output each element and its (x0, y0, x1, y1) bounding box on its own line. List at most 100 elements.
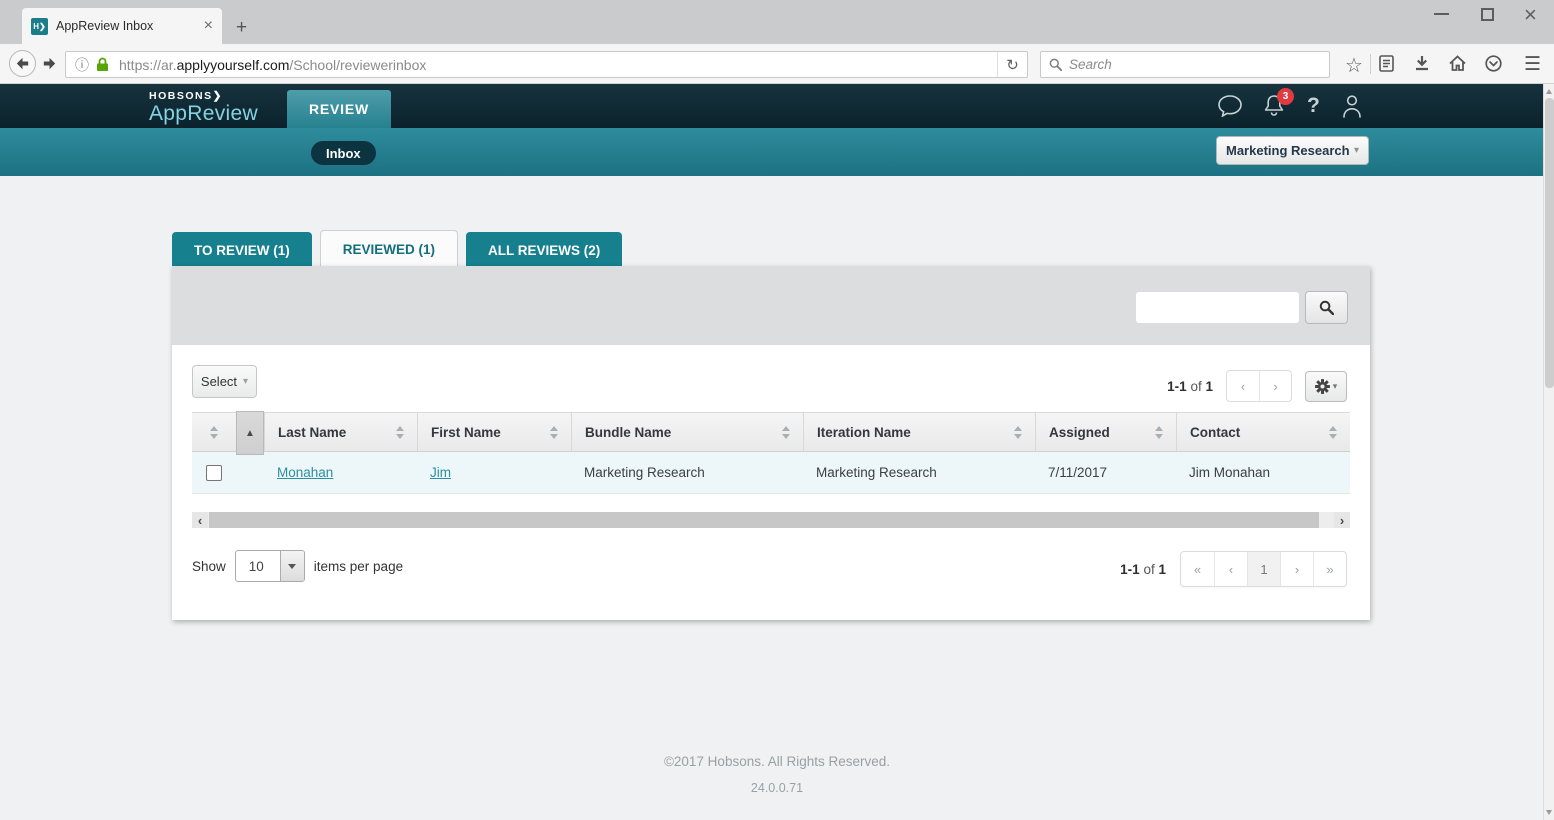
grid-horizontal-scrollbar[interactable]: ‹ › (192, 512, 1350, 528)
result-range-text: 1-1 of 1 (1167, 379, 1213, 394)
url-text: https://ar.applyyourself.com/School/revi… (119, 57, 426, 73)
scroll-right-icon[interactable]: › (1334, 512, 1350, 528)
bundle-selector-value: Marketing Research (1226, 143, 1350, 158)
range-total: 1 (1158, 562, 1166, 577)
first-name-link[interactable]: Jim (430, 465, 451, 480)
next-page-button[interactable]: › (1280, 552, 1313, 586)
sort-icon[interactable] (1329, 426, 1337, 439)
pocket-icon[interactable] (1485, 55, 1502, 77)
review-tabs: TO REVIEW (1) REVIEWED (1) ALL REVIEWS (… (172, 230, 622, 268)
messages-icon[interactable] (1218, 95, 1242, 117)
column-header-contact[interactable]: Contact (1176, 413, 1350, 451)
page-size-controls: Show 10 items per page (192, 550, 403, 582)
last-page-button[interactable]: » (1313, 552, 1346, 586)
prev-page-button[interactable]: ‹ (1214, 552, 1247, 586)
tab-reviewed[interactable]: REVIEWED (1) (320, 230, 458, 268)
column-header-assigned[interactable]: Assigned (1035, 413, 1176, 451)
notifications-bell-icon[interactable]: 3 (1263, 94, 1285, 118)
sort-icon[interactable] (1155, 426, 1163, 439)
help-icon[interactable]: ? (1307, 94, 1320, 118)
sort-icon[interactable] (782, 426, 790, 439)
result-range-text: 1-1 of 1 (1120, 562, 1166, 577)
column-header-last-name[interactable]: Last Name (264, 413, 417, 451)
scroll-up-icon[interactable] (1546, 89, 1552, 94)
nav-item-inbox[interactable]: Inbox (311, 141, 376, 165)
menu-hamburger-icon[interactable]: ☰ (1524, 53, 1541, 76)
app-logo: HOBSONS❯ AppReview (149, 90, 258, 126)
sort-icon[interactable] (1014, 426, 1022, 439)
table-row[interactable]: Monahan Jim Marketing Research Marketing… (192, 452, 1350, 494)
url-scheme: https://ar. (119, 57, 177, 73)
browser-search-bar[interactable] (1040, 51, 1330, 78)
sort-asc-icon: ▲ (245, 428, 255, 439)
page-number-button[interactable]: 1 (1247, 552, 1280, 586)
select-dropdown-button[interactable]: Select ▾ (192, 365, 257, 398)
scrollbar-thumb[interactable] (209, 512, 1319, 528)
range-total: 1 (1205, 379, 1213, 394)
url-path: /School/reviewerinbox (289, 57, 426, 73)
forward-button[interactable] (43, 57, 56, 75)
show-label: Show (192, 559, 226, 574)
browser-search-input[interactable] (1069, 57, 1321, 72)
items-per-page-select[interactable]: 10 (235, 550, 305, 582)
toolbar-divider (1370, 54, 1371, 74)
column-header-sorted[interactable]: ▲ (236, 411, 264, 455)
scroll-down-icon[interactable] (1546, 810, 1552, 815)
scrollbar-thumb[interactable] (1545, 98, 1554, 388)
column-header-iteration-name[interactable]: Iteration Name (803, 413, 1035, 451)
bottom-pagination-controls: 1-1 of 1 « ‹ 1 › » (1120, 551, 1347, 587)
row-iteration-name-cell: Marketing Research (803, 452, 1035, 493)
appreview-logo-text: AppReview (149, 102, 258, 126)
url-bar[interactable]: ⓘ https://ar.applyyourself.com/School/re… (65, 51, 1028, 78)
items-per-page-label: items per page (314, 559, 403, 574)
column-header-select[interactable] (192, 413, 236, 451)
table-header-row: ▲ Last Name First Name Bundle Name Itera… (192, 412, 1350, 452)
chevron-down-icon (280, 551, 304, 581)
items-per-page-value: 10 (236, 551, 280, 581)
grid-search-input[interactable] (1136, 292, 1299, 323)
sort-icon[interactable] (396, 426, 404, 439)
reviews-table: ▲ Last Name First Name Bundle Name Itera… (192, 412, 1350, 494)
forward-arrow-icon (43, 57, 56, 70)
page-info-icon[interactable]: ⓘ (75, 55, 89, 75)
hobsons-logo-text: HOBSONS❯ (149, 90, 258, 102)
column-header-bundle-name[interactable]: Bundle Name (571, 413, 803, 451)
footer-copyright: ©2017 Hobsons. All Rights Reserved. (0, 754, 1554, 769)
window-maximize-button[interactable] (1481, 8, 1494, 21)
page-vertical-scrollbar[interactable] (1543, 84, 1554, 820)
column-label: Iteration Name (817, 425, 911, 440)
top-pagination-controls: 1-1 of 1 ‹ › ▾ (1167, 370, 1347, 402)
bookmark-star-icon[interactable]: ☆ (1345, 53, 1363, 78)
window-close-button[interactable]: × (1524, 2, 1537, 28)
prev-page-button[interactable]: ‹ (1227, 371, 1259, 401)
next-page-button[interactable]: › (1259, 371, 1291, 401)
row-checkbox[interactable] (206, 465, 222, 481)
first-page-button[interactable]: « (1181, 552, 1214, 586)
downloads-icon[interactable] (1414, 55, 1430, 76)
row-contact-cell: Jim Monahan (1176, 452, 1350, 493)
new-tab-button[interactable]: + (236, 18, 247, 37)
window-minimize-button[interactable] (1434, 13, 1449, 15)
home-icon[interactable] (1449, 55, 1466, 76)
browser-tab[interactable]: H❯ AppReview Inbox × (22, 8, 222, 44)
grid-search-button[interactable] (1305, 291, 1348, 324)
nav-tab-review[interactable]: REVIEW (287, 90, 391, 128)
back-button[interactable] (9, 50, 36, 77)
sort-icon[interactable] (210, 426, 218, 439)
sort-icon[interactable] (550, 426, 558, 439)
reload-icon[interactable]: ↻ (997, 52, 1027, 77)
column-label: Contact (1190, 425, 1240, 440)
tab-all-reviews[interactable]: ALL REVIEWS (2) (466, 232, 622, 268)
last-name-link[interactable]: Monahan (277, 465, 333, 480)
row-sorted-cell (236, 452, 264, 493)
scroll-left-icon[interactable]: ‹ (192, 512, 208, 528)
column-label: Last Name (278, 425, 346, 440)
tab-to-review[interactable]: TO REVIEW (1) (172, 232, 312, 268)
grid-settings-button[interactable]: ▾ (1305, 371, 1347, 402)
account-person-icon[interactable] (1341, 93, 1363, 119)
https-lock-icon[interactable] (96, 57, 109, 72)
tab-close-icon[interactable]: × (204, 18, 213, 34)
bundle-selector-dropdown[interactable]: Marketing Research ▾ (1216, 136, 1369, 165)
column-header-first-name[interactable]: First Name (417, 413, 571, 451)
library-icon[interactable] (1379, 55, 1394, 77)
